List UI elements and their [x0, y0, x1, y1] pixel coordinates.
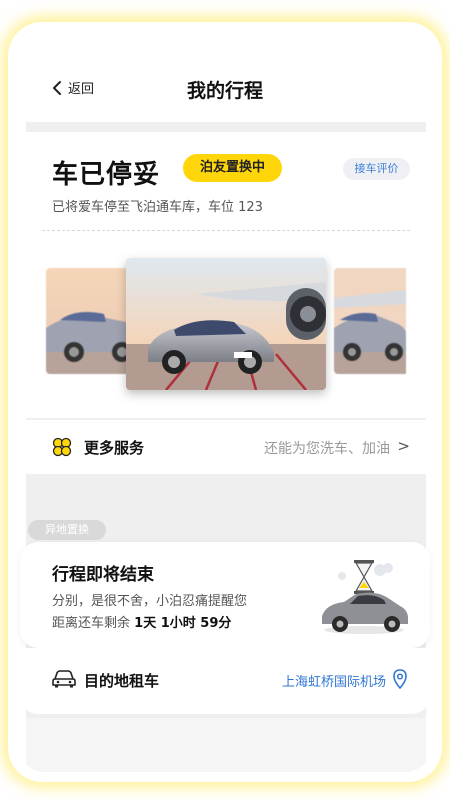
countdown-prefix: 距离还车剩余	[52, 616, 131, 631]
grid-flower-icon	[52, 437, 72, 457]
more-services-hint: 还能为您洗车、加油	[264, 441, 390, 457]
destination-row[interactable]: 目的地租车 上海虹桥国际机场	[20, 648, 430, 714]
trip-countdown: 距离还车剩余 1天 1小时 59分	[52, 612, 231, 631]
chevron-right-icon: >	[397, 437, 410, 455]
parking-status-card: 车已停妥 泊友置换中 接车评价 已将爱车停至飞泊通车库，车位 123	[26, 132, 426, 418]
status-badge: 泊友置换中	[183, 154, 282, 182]
trip-title: 行程即将结束	[52, 565, 154, 585]
remote-swap-tag: 异地置换	[28, 520, 106, 540]
destination-value[interactable]: 上海虹桥国际机场	[282, 671, 386, 690]
more-services-row[interactable]: 更多服务 还能为您洗车、加油 >	[26, 420, 426, 474]
dashed-divider	[42, 230, 410, 231]
countdown-value: 1天 1小时 59分	[134, 616, 232, 631]
car-photo-next[interactable]	[334, 268, 426, 374]
car-photo-main[interactable]	[126, 258, 326, 390]
parking-location-text: 已将爱车停至飞泊通车库，车位 123	[52, 200, 263, 215]
bottom-spacer	[26, 718, 426, 772]
destination-label: 目的地租车	[84, 672, 160, 690]
car-hourglass-icon	[322, 560, 408, 634]
more-services-label: 更多服务	[84, 439, 145, 457]
phone-frame: 返回 我的行程 车已停妥 泊友置换中 接车评价 已将爱车停至飞泊通车库，车位 1…	[16, 30, 434, 772]
car-photo-prev[interactable]	[46, 268, 138, 374]
status-heading: 车已停妥	[52, 160, 161, 190]
trip-reminder-text: 分别，是很不舍，小泊忍痛提醒您	[52, 594, 248, 609]
location-pin-icon[interactable]	[392, 669, 408, 689]
screen: 返回 我的行程 车已停妥 泊友置换中 接车评价 已将爱车停至飞泊通车库，车位 1…	[0, 0, 450, 800]
page-title: 我的行程	[186, 80, 263, 102]
trip-ending-card: 行程即将结束 分别，是很不舍，小泊忍痛提醒您 距离还车剩余 1天 1小时 59分	[20, 542, 430, 648]
car-icon	[52, 670, 76, 688]
pickup-review-button[interactable]: 接车评价	[343, 158, 410, 180]
top-bar: 返回 我的行程	[16, 30, 434, 122]
